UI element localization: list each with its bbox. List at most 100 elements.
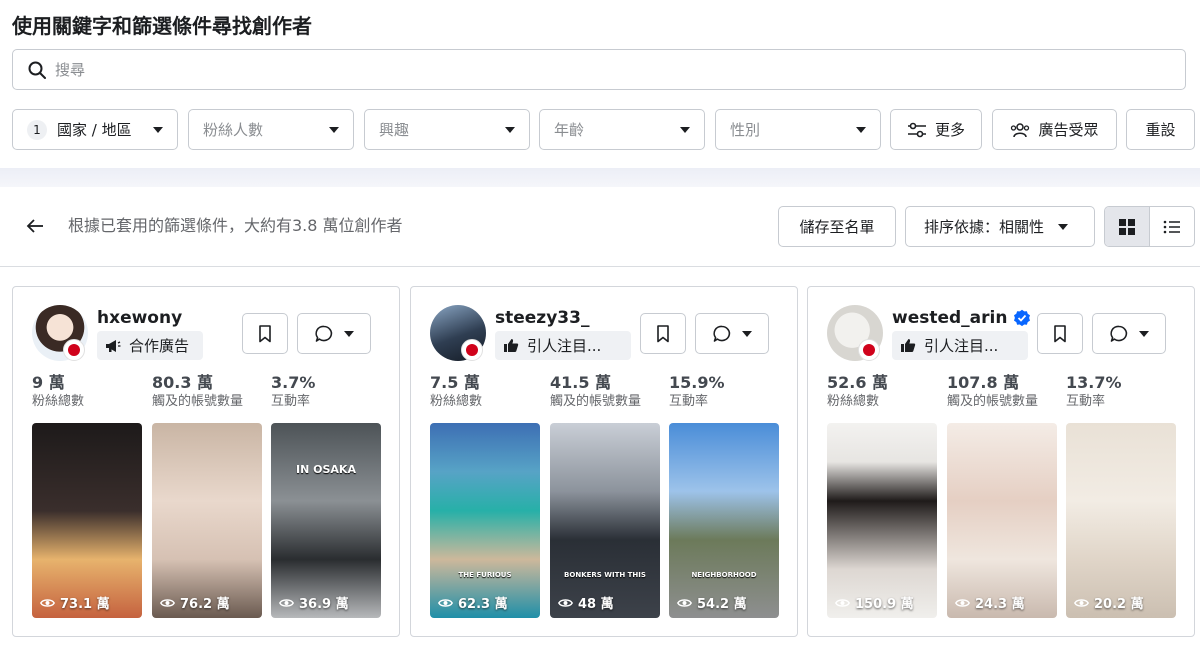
followers-label: 粉絲總數 (32, 394, 85, 409)
chevron-down-icon (1139, 330, 1149, 337)
eye-icon (160, 598, 175, 607)
age-filter[interactable]: 年齡 (539, 109, 705, 150)
video-caption: THE FURIOUS (458, 571, 512, 579)
video-thumbnail[interactable]: 76.2 萬 (152, 423, 262, 618)
followers-label: 粉絲總數 (430, 394, 483, 409)
reach-label: 觸及的帳號數量 (550, 394, 642, 409)
eye-icon (40, 598, 55, 607)
filter-count-badge: 1 (27, 119, 47, 140)
followers-value: 7.5 萬 (430, 373, 480, 392)
chevron-down-icon (742, 330, 752, 337)
japan-flag-icon (461, 339, 483, 361)
results-summary: 根據已套用的篩選條件，大約有3.8 萬位創作者 (68, 216, 403, 235)
save-to-list-button[interactable]: 儲存至名單 (778, 206, 896, 247)
engagement-value: 13.7% (1066, 373, 1122, 392)
eye-icon (955, 598, 970, 607)
video-thumbnail[interactable]: 150.9 萬 (827, 423, 937, 618)
creator-tag-label: 合作廣告 (129, 337, 190, 355)
list-view-button[interactable] (1150, 207, 1195, 246)
creator-card-wested_arin[interactable]: wested_arin 引人注目... 52.6 萬 粉絲總數 107.8 萬 … (807, 286, 1195, 637)
message-bubble-icon (315, 325, 333, 342)
creator-card-hxewony[interactable]: hxewony 合作廣告 9 萬 粉絲總數 80.3 萬 觸及的帳號數量 3.7… (12, 286, 400, 637)
engagement-stat: 15.9% 互動率 (669, 373, 725, 411)
followers-value: 9 萬 (32, 373, 65, 392)
video-views-count: 36.9 萬 (299, 597, 349, 612)
section-divider-band (0, 168, 1200, 187)
followers-stat: 7.5 萬 粉絲總數 (430, 373, 482, 411)
message-menu-button[interactable] (695, 313, 769, 354)
list-icon (1163, 220, 1180, 233)
video-views: 73.1 萬 (40, 593, 110, 612)
bookmark-icon (259, 324, 271, 342)
video-views: 24.3 萬 (955, 593, 1025, 612)
video-caption: NEIGHBORHOOD (691, 571, 757, 579)
japan-flag-icon (63, 339, 85, 361)
search-icon (27, 60, 47, 80)
video-views: 54.2 萬 (677, 593, 747, 612)
reach-value: 41.5 萬 (550, 373, 612, 392)
more-filters-button[interactable]: 更多 (890, 109, 982, 150)
followers-filter[interactable]: 粉絲人數 (188, 109, 354, 150)
eye-icon (558, 598, 573, 607)
creator-card-steezy33_[interactable]: steezy33_ 引人注目... 7.5 萬 粉絲總數 41.5 萬 觸及的帳… (410, 286, 798, 637)
sort-label: 排序依據：相關性 (924, 218, 1045, 236)
reset-button[interactable]: 重設 (1126, 109, 1195, 150)
chevron-down-icon (344, 330, 354, 337)
message-bubble-icon (713, 325, 731, 342)
reach-value: 80.3 萬 (152, 373, 214, 392)
followers-stat: 52.6 萬 粉絲總數 (827, 373, 888, 411)
creator-handle[interactable]: steezy33_ (495, 307, 589, 329)
video-thumbnail[interactable]: THE FURIOUS 62.3 萬 (430, 423, 540, 618)
eye-icon (1074, 598, 1089, 607)
video-thumbnail[interactable]: IN OSAKA 36.9 萬 (271, 423, 381, 618)
eye-icon (835, 598, 850, 607)
creator-handle[interactable]: hxewony (97, 307, 182, 329)
grid-view-button[interactable] (1105, 207, 1150, 246)
view-toggle[interactable] (1104, 206, 1195, 247)
engagement-value: 15.9% (669, 373, 725, 392)
bookmark-button[interactable] (1037, 313, 1083, 354)
eye-icon (438, 598, 453, 607)
video-views-count: 150.9 萬 (855, 597, 914, 612)
video-views-count: 20.2 萬 (1094, 597, 1144, 612)
video-views-count: 73.1 萬 (60, 597, 110, 612)
creator-handle[interactable]: wested_arin (892, 307, 1007, 329)
search-input[interactable] (55, 60, 1155, 79)
video-thumbnail[interactable]: NEIGHBORHOOD 54.2 萬 (669, 423, 779, 618)
more-filters-label: 更多 (934, 121, 965, 139)
message-menu-button[interactable] (297, 313, 371, 354)
video-views: 62.3 萬 (438, 593, 508, 612)
bookmark-button[interactable] (640, 313, 686, 354)
chevron-down-icon (505, 126, 515, 133)
search-box[interactable] (12, 49, 1186, 90)
ad-audience-button[interactable]: 廣告受眾 (992, 109, 1117, 150)
engagement-stat: 13.7% 互動率 (1066, 373, 1122, 411)
video-views-count: 24.3 萬 (975, 597, 1025, 612)
gender-filter[interactable]: 性別 (715, 109, 881, 150)
eye-icon (279, 598, 294, 607)
video-views-count: 62.3 萬 (458, 597, 508, 612)
results-divider (0, 266, 1200, 267)
video-thumbnail[interactable]: BONKERS WITH THIS 48 萬 (550, 423, 660, 618)
video-thumbnail[interactable]: 24.3 萬 (947, 423, 1057, 618)
thumbs-up-icon (503, 338, 519, 353)
gender-filter-label: 性別 (730, 121, 761, 139)
message-bubble-icon (1110, 325, 1128, 342)
sort-dropdown[interactable]: 排序依據：相關性 (905, 206, 1095, 247)
country-filter[interactable]: 1 國家 / 地區 (12, 109, 178, 150)
reach-label: 觸及的帳號數量 (152, 394, 244, 409)
reach-label: 觸及的帳號數量 (947, 394, 1039, 409)
reach-stat: 41.5 萬 觸及的帳號數量 (550, 373, 641, 411)
video-thumbnail[interactable]: 73.1 萬 (32, 423, 142, 618)
video-views: 150.9 萬 (835, 593, 914, 612)
reach-value: 107.8 萬 (947, 373, 1020, 392)
bookmark-icon (1054, 324, 1066, 342)
message-menu-button[interactable] (1092, 313, 1166, 354)
back-arrow-icon[interactable] (24, 214, 46, 238)
ad-audience-label: 廣告受眾 (1038, 121, 1099, 139)
chevron-down-icon (329, 126, 339, 133)
chevron-down-icon (1058, 223, 1069, 230)
bookmark-button[interactable] (242, 313, 288, 354)
interests-filter[interactable]: 興趣 (364, 109, 530, 150)
video-thumbnail[interactable]: 20.2 萬 (1066, 423, 1176, 618)
